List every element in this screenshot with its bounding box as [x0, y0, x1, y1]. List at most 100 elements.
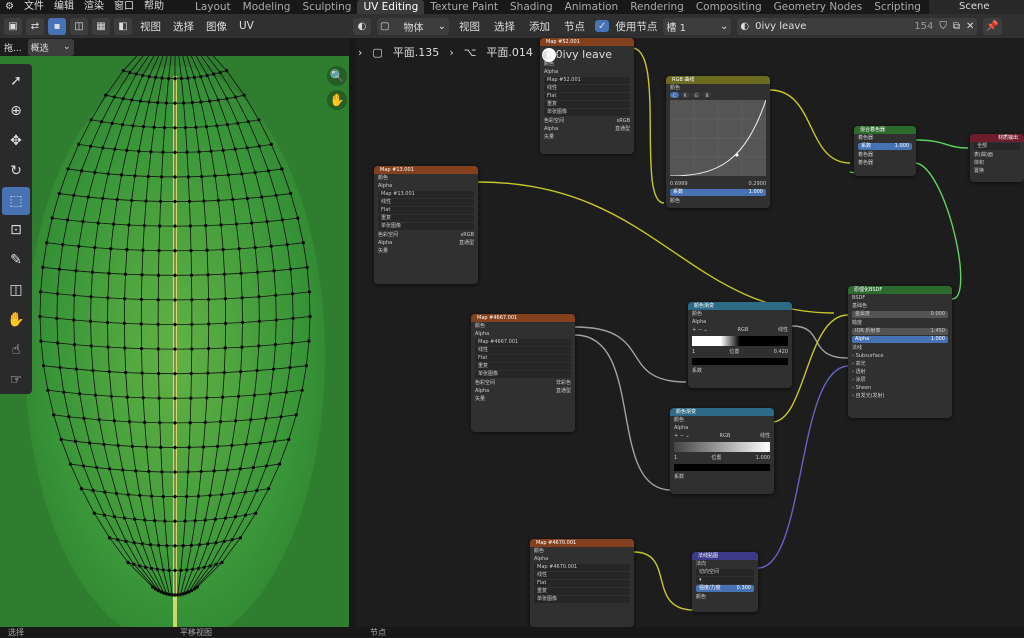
- panel-coat[interactable]: › 涂层: [848, 376, 952, 384]
- extension-dropdown[interactable]: 重复: [378, 215, 474, 222]
- node-map4670[interactable]: Map #4670.001 颜色 Alpha Map #4670.001 线性 …: [530, 539, 634, 627]
- ramp-gradient[interactable]: [674, 442, 770, 452]
- uv-map-field[interactable]: ▾: [696, 577, 754, 584]
- node-header[interactable]: Map #4670.001: [530, 539, 634, 547]
- editor-type-icon[interactable]: ▣: [4, 17, 22, 35]
- zoom-icon[interactable]: 🔍: [327, 66, 347, 86]
- node-color-ramp-1[interactable]: 颜色渐变 颜色 Alpha + − ⌄ RGB 线性 1 位置 0.420 系数: [688, 302, 792, 388]
- interp-dropdown[interactable]: 线性: [544, 85, 630, 92]
- node-header[interactable]: 原理化BSDF: [848, 286, 952, 294]
- extension-dropdown[interactable]: 重复: [475, 363, 571, 370]
- alpha-row[interactable]: Alpha 直通型: [374, 239, 478, 247]
- object-mode-dropdown[interactable]: ▢ 物体 ⌄: [377, 17, 449, 35]
- node-menu-select[interactable]: 选择: [490, 19, 519, 34]
- node-rgb-curves[interactable]: RGB 曲线 颜色 C R G B 0.6999 0.2900 系数 1.000 颜…: [666, 76, 770, 208]
- node-editor-canvas[interactable]: › ▢ 平面.135 › ⌥ 平面.014 › ◐ 0ivy leave Map…: [356, 38, 1024, 627]
- node-map13[interactable]: Map #13.001 颜色 Alpha Map #13.001 线性 Flat…: [374, 166, 478, 284]
- node-normal-map[interactable]: 法线贴图 法向 切向空间 ▾ 强度/力度 0.300 颜色: [692, 552, 758, 612]
- shader-editor-icon[interactable]: ◐: [353, 17, 371, 35]
- tab-shading[interactable]: Shading: [504, 0, 559, 14]
- node-header[interactable]: 法线贴图: [692, 552, 758, 560]
- node-header[interactable]: Map #13.001: [374, 166, 478, 174]
- colorspace-row[interactable]: 色彩空间 sRGB: [374, 231, 478, 239]
- scale-tool-icon[interactable]: ⬚: [2, 186, 30, 215]
- edge-select-icon[interactable]: ◫: [70, 17, 88, 35]
- sync-selection-icon[interactable]: ⇄: [26, 17, 44, 35]
- panel-transmission[interactable]: › 透射: [848, 368, 952, 376]
- tab-modeling[interactable]: Modeling: [237, 0, 297, 14]
- pan-hand-icon[interactable]: ✋: [327, 90, 347, 110]
- cursor-tool-icon[interactable]: ⊕: [2, 97, 30, 125]
- slot-dropdown[interactable]: 槽 1 ⌄: [663, 17, 732, 35]
- menu-edit[interactable]: 编辑: [49, 0, 79, 14]
- tab-rendering[interactable]: Rendering: [624, 0, 690, 14]
- projection-dropdown[interactable]: Flat: [544, 93, 630, 100]
- node-header[interactable]: RGB 曲线: [666, 76, 770, 84]
- node-header[interactable]: Map #52.001: [540, 38, 634, 46]
- extension-dropdown[interactable]: 重复: [544, 101, 630, 108]
- menu-file[interactable]: 文件: [19, 0, 49, 14]
- tab-texture-paint[interactable]: Texture Paint: [424, 0, 504, 14]
- breadcrumb-material[interactable]: 0ivy leave: [556, 48, 612, 61]
- target-dropdown[interactable]: 全部: [974, 143, 1020, 150]
- blender-logo-icon[interactable]: ⚙: [0, 0, 19, 14]
- interp-dropdown[interactable]: 线性: [475, 347, 571, 354]
- ramp-mode[interactable]: RGB: [719, 432, 730, 440]
- grab-tool-icon[interactable]: ✋: [2, 306, 30, 334]
- projection-dropdown[interactable]: Flat: [378, 207, 474, 214]
- material-selector[interactable]: ◐ 0ivy leave 154 ⛉ ⧉ ✕: [737, 17, 978, 35]
- breadcrumb-mesh[interactable]: 平面.014: [486, 44, 533, 60]
- node-color-ramp-2[interactable]: 颜色渐变 颜色 Alpha + − ⌄ RGB 线性 1 位置 1.000 系数: [670, 408, 774, 494]
- uv-menu-uv[interactable]: UV: [235, 20, 258, 32]
- transform-tool-icon[interactable]: ⊡: [2, 217, 30, 245]
- ramp-interp[interactable]: 线性: [778, 326, 788, 334]
- extension-dropdown[interactable]: 重复: [534, 588, 630, 595]
- node-material-output[interactable]: 材质输出 全部 表(曲)面 体积 置换: [970, 134, 1024, 182]
- interp-dropdown[interactable]: 线性: [534, 572, 630, 579]
- menu-help[interactable]: 帮助: [139, 0, 169, 14]
- rip-tool-icon[interactable]: ◫: [2, 276, 30, 304]
- alpha-row[interactable]: Alpha 直通型: [471, 387, 575, 395]
- island-select-icon[interactable]: ◧: [114, 17, 132, 35]
- alpha-row[interactable]: Alpha 直通型: [540, 125, 634, 133]
- uv-menu-image[interactable]: 图像: [202, 19, 231, 34]
- node-menu-node[interactable]: 节点: [560, 19, 589, 34]
- select-tool-icon[interactable]: ➚: [2, 67, 30, 95]
- uv-menu-view[interactable]: 视图: [136, 19, 165, 34]
- image-selector[interactable]: Map #4670.001: [534, 564, 630, 571]
- tab-layout[interactable]: Layout: [189, 0, 237, 14]
- curve-point-row[interactable]: 0.6999 0.2900: [666, 180, 770, 188]
- node-header[interactable]: Map #4667.001: [471, 314, 575, 322]
- channel-r[interactable]: R: [680, 92, 690, 98]
- tab-uv-editing[interactable]: UV Editing: [357, 0, 425, 14]
- node-principled-bsdf[interactable]: 原理化BSDF BSDF 基础色 金属度 0.000 糙度 IOR 折射率 1.45…: [848, 286, 952, 418]
- tab-animation[interactable]: Animation: [559, 0, 625, 14]
- channel-b[interactable]: B: [702, 92, 712, 98]
- relax-tool-icon[interactable]: ☝: [2, 336, 30, 364]
- ramp-interp[interactable]: 线性: [760, 432, 770, 440]
- colorspace-row[interactable]: 色彩空间 非彩色: [471, 379, 575, 387]
- scene-selector[interactable]: Scene: [929, 0, 1024, 14]
- node-header[interactable]: 混合着色器: [854, 126, 916, 134]
- annotate-tool-icon[interactable]: ✎: [2, 246, 30, 274]
- ramp-gradient[interactable]: [692, 336, 788, 346]
- menu-render[interactable]: 渲染: [79, 0, 109, 14]
- source-dropdown[interactable]: 单张图像: [475, 371, 571, 378]
- node-header[interactable]: 颜色渐变: [670, 408, 774, 416]
- source-dropdown[interactable]: 单张图像: [534, 596, 630, 603]
- ramp-color-swatch[interactable]: [674, 464, 770, 471]
- panel-subsurface[interactable]: › Subsurface: [848, 352, 952, 360]
- panel-specular[interactable]: › 高光: [848, 360, 952, 368]
- uv-menu-select[interactable]: 选择: [169, 19, 198, 34]
- tab-scripting[interactable]: Scripting: [868, 0, 927, 14]
- ramp-stop-row[interactable]: 1 位置 0.420: [688, 348, 792, 356]
- image-selector[interactable]: Map #13.001: [378, 191, 474, 198]
- node-mix-shader[interactable]: 混合着色器 着色器 系数 1.000 着色器 着色器: [854, 126, 916, 176]
- channel-c[interactable]: C: [670, 92, 679, 98]
- strength-field[interactable]: 强度/力度 0.300: [696, 585, 754, 592]
- fac-field[interactable]: 系数 1.000: [670, 189, 766, 196]
- node-menu-add[interactable]: 添加: [525, 19, 554, 34]
- channel-g[interactable]: G: [691, 92, 701, 98]
- interp-dropdown[interactable]: 线性: [378, 199, 474, 206]
- ramp-stop-row[interactable]: 1 位置 1.000: [670, 454, 774, 462]
